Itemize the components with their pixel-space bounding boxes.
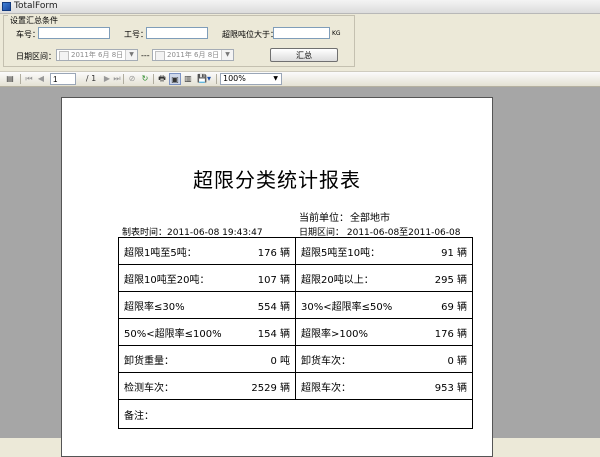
page-setup-icon[interactable]: ▥ bbox=[182, 73, 194, 85]
toc-toggle-icon[interactable]: ▤ bbox=[4, 73, 16, 85]
refresh-icon[interactable]: ↻ bbox=[139, 73, 151, 85]
overload-threshold-label: 超限吨位大于： bbox=[222, 30, 278, 39]
stat-cell: 30%<超限率≤50% 69 辆 bbox=[295, 291, 473, 319]
next-page-icon[interactable]: ▶ bbox=[102, 73, 112, 85]
note-cell: 备注： bbox=[118, 399, 473, 429]
stat-value: 69 辆 bbox=[441, 301, 467, 313]
zoom-dropdown-icon[interactable]: ▼ bbox=[273, 74, 278, 84]
toolbar-separator bbox=[123, 74, 124, 84]
date-range-label: 日期区间： bbox=[16, 52, 56, 61]
table-row: 备注： bbox=[118, 399, 473, 429]
overload-threshold-input[interactable] bbox=[273, 27, 330, 39]
date-from-picker[interactable]: 2011年 6月 8日 星期三 ▼ bbox=[56, 49, 138, 61]
first-page-icon[interactable]: ⏮ bbox=[24, 73, 34, 85]
zoom-select[interactable]: 100% ▼ bbox=[220, 73, 282, 85]
date-to-dropdown-icon[interactable]: ▼ bbox=[221, 50, 233, 60]
toolbar-separator bbox=[20, 74, 21, 84]
stat-value: 554 辆 bbox=[257, 301, 290, 313]
unit-value: 全部地市 bbox=[350, 213, 390, 224]
date-separator: --- bbox=[141, 51, 150, 60]
stat-cell: 超限率≤30% 554 辆 bbox=[118, 291, 296, 319]
report-title: 超限分类统计报表 bbox=[193, 168, 361, 192]
window-title: TotalForm bbox=[14, 1, 58, 11]
stat-value: 953 辆 bbox=[434, 382, 467, 394]
stat-cell: 卸货车次： 0 辆 bbox=[295, 345, 473, 373]
stat-label: 30%<超限率≤50% bbox=[301, 301, 393, 313]
table-row: 超限10吨至20吨： 107 辆超限20吨以上： 295 辆 bbox=[118, 264, 473, 292]
stat-cell: 超限5吨至10吨： 91 辆 bbox=[295, 237, 473, 265]
stat-label: 50%<超限率≤100% bbox=[124, 328, 222, 340]
stat-value: 154 辆 bbox=[257, 328, 290, 340]
stat-cell: 卸货重量： 0 吨 bbox=[118, 345, 296, 373]
stop-icon[interactable]: ⊘ bbox=[126, 73, 138, 85]
stat-cell: 超限1吨至5吨： 176 辆 bbox=[118, 237, 296, 265]
stat-label: 卸货车次： bbox=[301, 355, 351, 367]
report-toolbar: ▤ ⏮ ◀ / 1 ▶ ⏭ ⊘ ↻ 🖶 ▣ ▥ 💾▾ 100% ▼ bbox=[0, 71, 600, 87]
previous-page-icon[interactable]: ◀ bbox=[36, 73, 46, 85]
report-viewer[interactable]: 超限分类统计报表 当前单位： 全部地市 制表时间：2011-06-08 19:4… bbox=[0, 87, 600, 457]
toolbar-separator bbox=[216, 74, 217, 84]
table-row: 卸货重量： 0 吨卸货车次： 0 辆 bbox=[118, 345, 473, 373]
stat-label: 超限车次： bbox=[301, 382, 351, 394]
stat-label: 卸货重量： bbox=[124, 355, 174, 367]
stat-label: 超限率≤30% bbox=[124, 301, 185, 313]
stat-value: 107 辆 bbox=[257, 274, 290, 286]
stat-value: 295 辆 bbox=[434, 274, 467, 286]
print-layout-icon[interactable]: ▣ bbox=[169, 73, 181, 85]
note-label: 备注： bbox=[124, 410, 154, 422]
date-to-checkbox[interactable] bbox=[155, 51, 165, 60]
date-to-picker[interactable]: 2011年 6月 8日 星期三 ▼ bbox=[152, 49, 234, 61]
stat-value: 0 吨 bbox=[270, 355, 290, 367]
vehicle-no-label: 车号： bbox=[16, 30, 40, 39]
table-row: 超限1吨至5吨： 176 辆超限5吨至10吨： 91 辆 bbox=[118, 237, 473, 265]
stat-label: 超限5吨至10吨： bbox=[301, 247, 381, 259]
stat-value: 0 辆 bbox=[447, 355, 467, 367]
filter-group-title: 设置汇总条件 bbox=[8, 15, 60, 26]
summarize-button[interactable]: 汇总 bbox=[270, 48, 338, 62]
table-row: 50%<超限率≤100% 154 辆超限率>100% 176 辆 bbox=[118, 318, 473, 346]
stat-value: 2529 辆 bbox=[251, 382, 290, 394]
stat-cell: 检测车次： 2529 辆 bbox=[118, 372, 296, 400]
stat-cell: 超限率>100% 176 辆 bbox=[295, 318, 473, 346]
stat-cell: 超限20吨以上： 295 辆 bbox=[295, 264, 473, 292]
last-page-icon[interactable]: ⏭ bbox=[112, 73, 122, 85]
date-from-dropdown-icon[interactable]: ▼ bbox=[125, 50, 137, 60]
table-row: 超限率≤30% 554 辆 30%<超限率≤50% 69 辆 bbox=[118, 291, 473, 319]
stat-cell: 50%<超限率≤100% 154 辆 bbox=[118, 318, 296, 346]
stat-value: 176 辆 bbox=[257, 247, 290, 259]
work-no-input[interactable] bbox=[146, 27, 208, 39]
stat-label: 超限1吨至5吨： bbox=[124, 247, 197, 259]
current-page-input[interactable] bbox=[50, 73, 76, 85]
stat-label: 超限20吨以上： bbox=[301, 274, 374, 286]
vehicle-no-input[interactable] bbox=[38, 27, 110, 39]
stat-value: 176 辆 bbox=[434, 328, 467, 340]
total-pages: / 1 bbox=[85, 74, 97, 83]
unit-label: 当前单位： bbox=[299, 213, 349, 224]
zoom-value: 100% bbox=[223, 74, 246, 83]
stat-cell: 超限10吨至20吨： 107 辆 bbox=[118, 264, 296, 292]
stat-label: 超限率>100% bbox=[301, 328, 368, 340]
stat-value: 91 辆 bbox=[441, 247, 467, 259]
table-row: 检测车次： 2529 辆超限车次： 953 辆 bbox=[118, 372, 473, 400]
report-page: 超限分类统计报表 当前单位： 全部地市 制表时间：2011-06-08 19:4… bbox=[61, 97, 493, 457]
stat-cell: 超限车次： 953 辆 bbox=[295, 372, 473, 400]
window-title-bar: TotalForm bbox=[0, 0, 600, 14]
app-icon bbox=[2, 2, 11, 11]
export-save-icon[interactable]: 💾▾ bbox=[195, 73, 213, 85]
work-no-label: 工号： bbox=[124, 30, 148, 39]
overload-unit: KG bbox=[332, 30, 341, 37]
stats-table: 超限1吨至5吨： 176 辆超限5吨至10吨： 91 辆超限10吨至20吨： 107 … bbox=[118, 237, 473, 429]
date-from-checkbox[interactable] bbox=[59, 51, 69, 60]
stat-label: 检测车次： bbox=[124, 382, 174, 394]
toolbar-separator bbox=[153, 74, 154, 84]
stat-label: 超限10吨至20吨： bbox=[124, 274, 210, 286]
print-icon[interactable]: 🖶 bbox=[156, 73, 168, 85]
